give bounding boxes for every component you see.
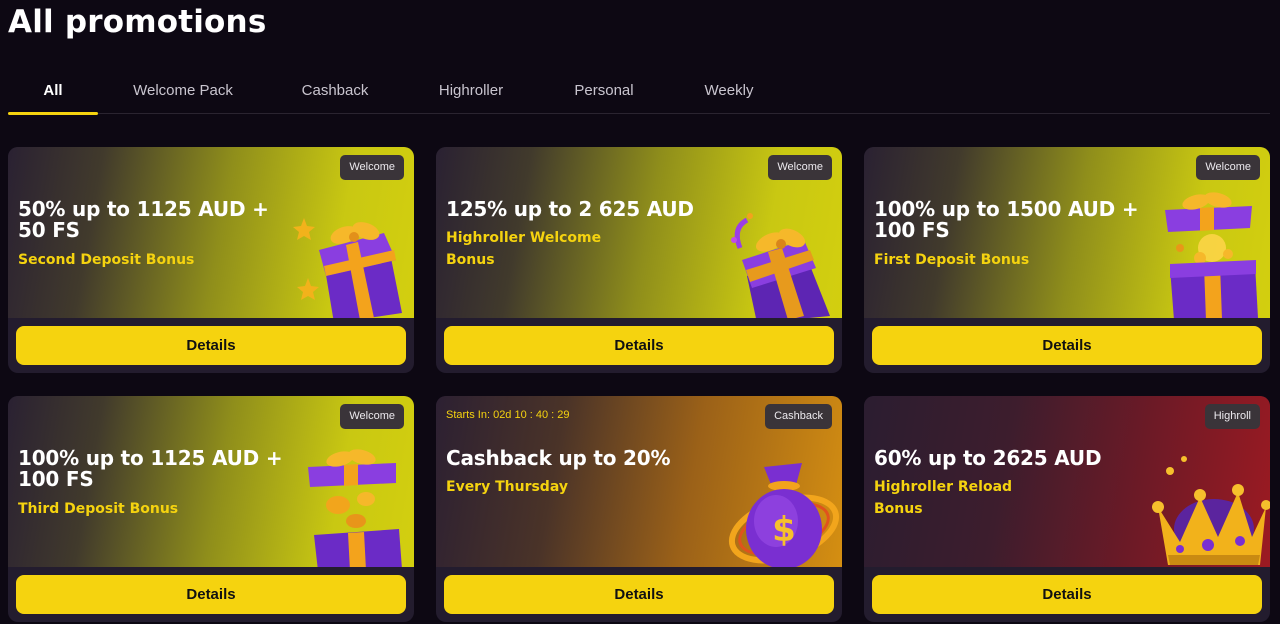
promo-subtitle: First Deposit Bonus xyxy=(874,252,1030,268)
gift-box-icon xyxy=(731,213,830,318)
gift-box-icon xyxy=(1165,192,1258,318)
details-button[interactable]: Details xyxy=(872,575,1262,614)
promo-banner: Welcome 125% up to 2 625 AUD Highroller … xyxy=(436,147,842,318)
promo-title: 50% up to 1125 AUD + 50 FS xyxy=(18,197,269,242)
promo-subtitle: Second Deposit Bonus xyxy=(18,252,195,268)
details-button[interactable]: Details xyxy=(16,326,406,365)
promo-banner: Welcome 50% up to 1125 AUD + 50 FS Secon… xyxy=(8,147,414,318)
tab-personal[interactable]: Personal xyxy=(566,70,642,114)
promo-card: Welcome 100% up to 1500 AUD + 100 FS Fir… xyxy=(864,147,1270,373)
gift-box-icon xyxy=(293,218,402,318)
tab-cashback[interactable]: Cashback xyxy=(292,70,378,114)
promo-title: 100% up to 1500 AUD + 100 FS xyxy=(874,197,1139,242)
details-button[interactable]: Details xyxy=(872,326,1262,365)
promo-subtitle: Third Deposit Bonus xyxy=(18,501,179,517)
promo-card: Starts In: 02d 10 : 40 : 29 Cashback Cas… xyxy=(436,396,842,622)
tab-weekly[interactable]: Weekly xyxy=(694,70,764,114)
countdown-timer: Starts In: 02d 10 : 40 : 29 xyxy=(446,409,570,421)
promo-title: 100% up to 1125 AUD + 100 FS xyxy=(18,446,283,491)
category-badge: Cashback xyxy=(765,404,832,429)
category-badge: Welcome xyxy=(1196,155,1260,180)
category-badge: Welcome xyxy=(768,155,832,180)
promo-subtitle: Highroller Welcome Bonus xyxy=(446,230,602,268)
promo-banner: Welcome 100% up to 1500 AUD + 100 FS Fir… xyxy=(864,147,1270,318)
promo-subtitle: Highroller Reload Bonus xyxy=(874,479,1013,517)
tab-all[interactable]: All xyxy=(8,70,98,115)
tab-highroller[interactable]: Highroller xyxy=(426,70,516,114)
category-badge: Welcome xyxy=(340,404,404,429)
gift-box-icon xyxy=(308,449,402,567)
promotion-tabs: All Welcome Pack Cashback Highroller Per… xyxy=(8,70,1270,115)
details-button[interactable]: Details xyxy=(16,575,406,614)
tab-welcome-pack[interactable]: Welcome Pack xyxy=(123,70,243,114)
promo-banner: Highroll 60% up to 2625 AUD Highroller R… xyxy=(864,396,1270,567)
promo-card: Highroll 60% up to 2625 AUD Highroller R… xyxy=(864,396,1270,622)
promo-subtitle: Every Thursday xyxy=(446,479,568,495)
promo-card: Welcome 125% up to 2 625 AUD Highroller … xyxy=(436,147,842,373)
crown-icon xyxy=(1152,456,1270,565)
promo-banner: Welcome 100% up to 1125 AUD + 100 FS Thi… xyxy=(8,396,414,567)
promo-card: Welcome 100% up to 1125 AUD + 100 FS Thi… xyxy=(8,396,414,622)
promo-title: 125% up to 2 625 AUD xyxy=(446,197,694,221)
details-button[interactable]: Details xyxy=(444,575,834,614)
page-title: All promotions xyxy=(8,4,267,40)
details-button[interactable]: Details xyxy=(444,326,834,365)
svg-text:$: $ xyxy=(772,510,796,550)
category-badge: Highroll xyxy=(1204,404,1260,429)
category-badge: Welcome xyxy=(340,155,404,180)
promo-title: Cashback up to 20% xyxy=(446,446,671,470)
money-bag-icon: $ xyxy=(728,463,840,567)
promo-card: Welcome 50% up to 1125 AUD + 50 FS Secon… xyxy=(8,147,414,373)
promo-banner: Starts In: 02d 10 : 40 : 29 Cashback Cas… xyxy=(436,396,842,567)
promo-title: 60% up to 2625 AUD xyxy=(874,446,1102,470)
